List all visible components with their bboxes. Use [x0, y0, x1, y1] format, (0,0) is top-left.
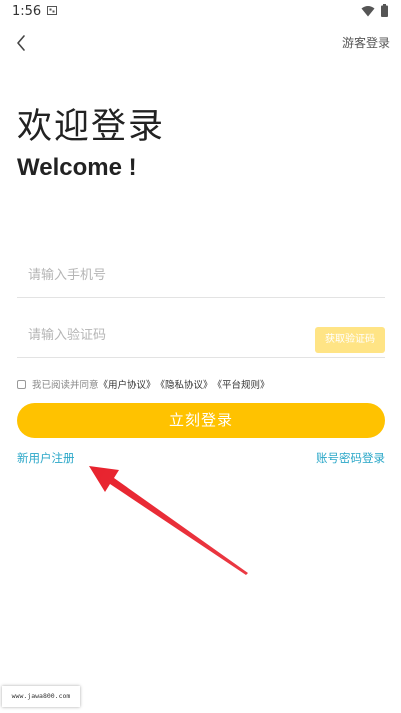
login-button[interactable]: 立刻登录 [17, 403, 385, 438]
agreement-row: 我已阅读并同意 《用户协议》 《隐私协议》 《平台规则》 [17, 377, 270, 391]
status-bar: 1:56 [0, 0, 401, 24]
get-code-button[interactable]: 获取验证码 [315, 327, 385, 353]
back-chevron-icon[interactable] [10, 31, 34, 55]
wifi-icon [361, 6, 375, 17]
battery-icon [381, 4, 388, 17]
phone-field [17, 259, 385, 298]
privacy-agreement-link[interactable]: 《隐私协议》 [156, 377, 213, 391]
page-subtitle: Welcome ! [17, 154, 137, 181]
platform-rules-link[interactable]: 《平台规则》 [213, 377, 270, 391]
watermark: www.jawa800.com [2, 686, 80, 707]
page-title: 欢迎登录 [17, 107, 166, 147]
agreement-checkbox[interactable] [17, 379, 26, 389]
user-agreement-link[interactable]: 《用户协议》 [99, 377, 156, 391]
password-login-link[interactable]: 账号密码登录 [316, 450, 385, 466]
sim-icon [47, 6, 57, 15]
agreement-prefix: 我已阅读并同意 [32, 380, 99, 391]
verification-code-input[interactable] [26, 327, 290, 344]
guest-login-link[interactable]: 游客登录 [342, 34, 390, 51]
phone-input[interactable] [26, 267, 290, 284]
verification-code-field: 获取验证码 [17, 319, 385, 358]
status-time: 1:56 [12, 4, 42, 19]
register-link[interactable]: 新用户注册 [17, 450, 75, 466]
